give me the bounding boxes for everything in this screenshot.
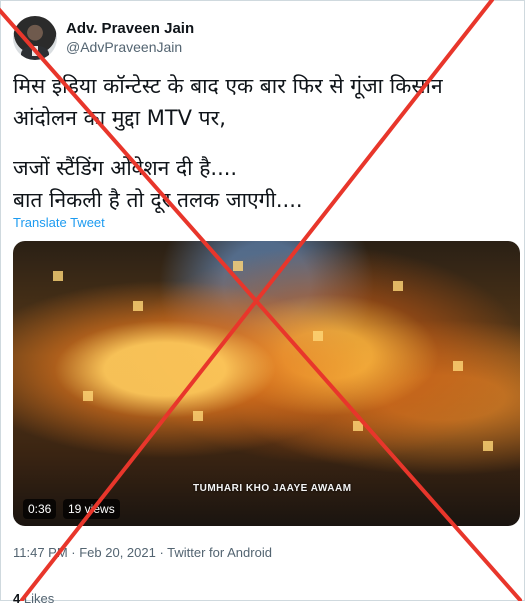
video-views-badge: 19 views — [63, 499, 120, 519]
tweet-line-4: बात निकली है तो दूर तलक जाएगी.... — [13, 188, 303, 212]
tweet-line-gap — [13, 134, 513, 152]
tweet-text: मिस इंडिया कॉन्टेस्ट के बाद एक बार फिर स… — [13, 70, 513, 216]
translate-tweet-link[interactable]: Translate Tweet — [13, 215, 105, 230]
video-frame-speck — [353, 421, 363, 431]
video-frame-speck — [393, 281, 403, 291]
video-frame-speck — [483, 441, 493, 451]
video-frame-speck — [193, 411, 203, 421]
avatar[interactable] — [13, 16, 57, 60]
video-frame-speck — [233, 261, 243, 271]
video-frame-speck — [133, 301, 143, 311]
author-handle[interactable]: @AdvPraveenJain — [66, 39, 182, 55]
video-frame-speck — [453, 361, 463, 371]
video-caption: TUMHARI KHO JAAYE AWAAM — [193, 483, 352, 494]
tweet-line-1: मिस इंडिया कॉन्टेस्ट के बाद एक बार फिर स… — [13, 74, 443, 98]
avatar-collar — [32, 46, 38, 56]
likes-number: 4 — [13, 591, 21, 606]
likes-label: Likes — [23, 591, 55, 606]
tweet-line-2: आंदोलन का मुद्दा MTV पर, — [13, 106, 226, 130]
likes-count[interactable]: 4 Likes — [13, 591, 54, 606]
video-duration-badge: 0:36 — [23, 499, 57, 519]
tweet-line-3: जजों स्टैंडिंग ओवेशन दी है.... — [13, 156, 238, 180]
author-name[interactable]: Adv. Praveen Jain — [66, 20, 194, 37]
tweet-timestamp[interactable]: 11:47 PM · Feb 20, 2021 · Twitter for An… — [13, 545, 272, 560]
video-frame-speck — [313, 331, 323, 341]
video-frame-speck — [83, 391, 93, 401]
video-player[interactable]: TUMHARI KHO JAAYE AWAAM 0:36 19 views — [13, 241, 520, 526]
video-frame-speck — [53, 271, 63, 281]
